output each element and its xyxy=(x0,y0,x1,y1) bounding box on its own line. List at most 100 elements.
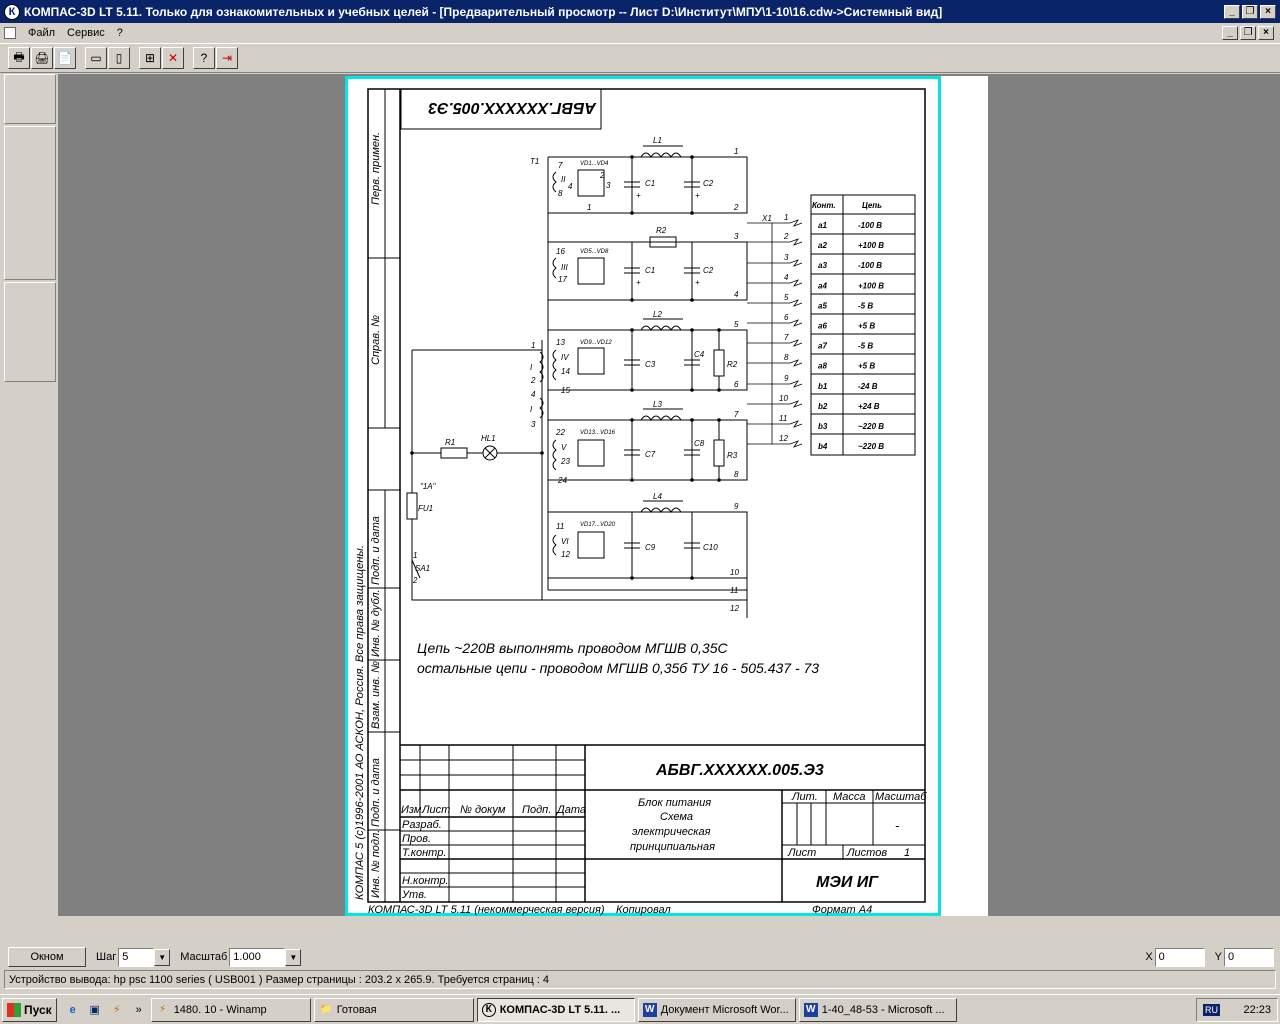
system-tray: RU 22:23 xyxy=(1196,998,1278,1022)
language-indicator[interactable]: RU xyxy=(1203,1004,1220,1016)
task-label: КОМПАС-3D LT 5.11. ... xyxy=(499,1003,621,1016)
task-kompas[interactable]: К КОМПАС-3D LT 5.11. ... xyxy=(476,997,635,1022)
x1-pin-7: 7 xyxy=(784,333,789,342)
fit-window-button[interactable]: Окном xyxy=(8,947,86,967)
pin-22: 22 xyxy=(555,428,565,437)
y-label: Y xyxy=(1214,951,1222,963)
table-cell-contact: а8 xyxy=(818,362,827,371)
doc-code: АБВГ.XXXXXX.005.Э3 xyxy=(655,762,824,779)
out-1: 1 xyxy=(734,147,738,156)
tb-scale-value: - xyxy=(895,818,900,833)
out-11: 11 xyxy=(730,586,738,595)
tb-hdr-izm: Изм xyxy=(401,804,422,816)
label-hl1: HL1 xyxy=(481,434,496,443)
label-c4: C4 xyxy=(694,350,705,359)
primary-pin-1: 1 xyxy=(531,341,535,350)
pin-24: 24 xyxy=(557,476,567,485)
task-winamp[interactable]: ⚡ 1480. 10 - Winamp xyxy=(150,997,311,1022)
pin-15: 15 xyxy=(561,386,570,395)
x1-pin-10: 10 xyxy=(779,394,788,403)
primary-pin-3: 3 xyxy=(531,420,536,429)
table-cell-circuit: -24 В xyxy=(858,382,878,391)
x1-pin-6: 6 xyxy=(784,313,789,322)
table-cell-circuit: +100 В xyxy=(858,281,884,290)
task-label: Документ Microsoft Wor... xyxy=(660,1003,789,1016)
table-cell-contact: b4 xyxy=(818,442,828,451)
label-sa1: SA1 xyxy=(415,564,430,573)
scale-dropdown-icon[interactable]: ▼ xyxy=(285,948,302,966)
label-winding-v: V xyxy=(561,443,567,452)
task-word-1[interactable]: W Документ Microsoft Wor... xyxy=(637,997,796,1022)
out-9: 9 xyxy=(734,502,739,511)
pin-7: 7 xyxy=(558,161,563,170)
desktop-icon[interactable]: ▣ xyxy=(87,1002,103,1018)
clock: 22:23 xyxy=(1243,1004,1271,1016)
side-vzam-inv: Взам. инв. № xyxy=(370,661,382,729)
step-input[interactable]: 5 xyxy=(118,947,155,967)
desc-line-3: электрическая xyxy=(632,826,711,838)
pin-8: 8 xyxy=(558,189,563,198)
table-cell-contact: b3 xyxy=(818,422,828,431)
step-dropdown-icon[interactable]: ▼ xyxy=(154,948,171,966)
label-fuse-rating: "1А" xyxy=(420,482,437,491)
out-4: 4 xyxy=(734,290,739,299)
pin-17: 17 xyxy=(558,275,567,284)
word-icon: W xyxy=(803,1002,818,1017)
label-winding-i-2: I xyxy=(530,405,533,414)
task-label: 1480. 10 - Winamp xyxy=(173,1003,267,1016)
x1-pin-3: 3 xyxy=(784,253,789,262)
tb-hdr-dokum: № докум xyxy=(460,804,506,816)
task-word-2[interactable]: W 1-40_48-53 - Microsoft ... xyxy=(798,997,957,1022)
mirrored-doc-code: АБВГ.XXXXXX.005.Э3 xyxy=(428,99,597,116)
tb-tkontr: Т.контр. xyxy=(402,847,446,859)
tb-razrab: Разраб. xyxy=(402,819,442,831)
plus-3: + xyxy=(636,278,641,287)
y-coord-field[interactable]: 0 xyxy=(1224,947,1274,967)
task-label: 1-40_48-53 - Microsoft ... xyxy=(821,1003,945,1016)
table-cell-contact: b2 xyxy=(818,402,828,411)
tb-org: МЭИ ИГ xyxy=(816,874,879,891)
more-icon[interactable]: » xyxy=(131,1002,147,1018)
tb-hdr-data: Дата xyxy=(555,804,586,816)
table-cell-circuit: -100 В xyxy=(858,261,882,270)
out-10: 10 xyxy=(730,568,739,577)
desc-line-4: принципиальная xyxy=(630,841,715,853)
table-cell-circuit: ~220 В xyxy=(858,422,884,431)
tb-prov: Пров. xyxy=(402,833,431,845)
task-folder[interactable]: 📁 Готовая xyxy=(313,997,474,1022)
label-fu1: FU1 xyxy=(418,504,433,513)
ie-icon[interactable]: e xyxy=(65,1002,81,1018)
table-cell-contact: а7 xyxy=(818,342,827,351)
pin-1-bridge: 1 xyxy=(587,203,591,212)
taskbar: Пуск e ▣ ⚡ » ⚡ 1480. 10 - Winamp 📁 Готов… xyxy=(0,994,1280,1024)
status-text: Устройство вывода: hp psc 1100 series ( … xyxy=(9,973,550,986)
windows-flag-icon xyxy=(7,1002,21,1017)
scale-label: Масштаб xyxy=(180,951,228,963)
side-podp-data-1: Подп. и дата xyxy=(370,516,382,585)
x1-pin-1: 1 xyxy=(784,213,788,222)
pin-11: 11 xyxy=(556,522,564,531)
start-button[interactable]: Пуск xyxy=(2,997,57,1022)
label-c10: C10 xyxy=(703,543,718,552)
label-sa1-pin1: 1 xyxy=(413,551,417,560)
tb-scale: Масштаб xyxy=(875,791,927,803)
desc-line-2: Схема xyxy=(660,811,693,823)
out-7: 7 xyxy=(734,410,739,419)
x1-pin-4: 4 xyxy=(784,273,789,282)
footer-mid: Копировал xyxy=(616,904,671,916)
label-c1b: C1 xyxy=(645,266,655,275)
side-inv-dubl: Инв. № дубл. xyxy=(370,589,382,657)
table-cell-circuit: +5 В xyxy=(858,362,875,371)
scale-input[interactable]: 1.000 xyxy=(229,947,286,967)
label-diodes-1: VD1...VD4 xyxy=(580,161,609,167)
footer-left: КОМПАС-3D LT 5.11 (некоммерческая версия… xyxy=(368,904,605,916)
plus-4: + xyxy=(695,278,700,287)
pin-13: 13 xyxy=(556,338,565,347)
plus-1: + xyxy=(636,191,641,200)
media-icon[interactable]: ⚡ xyxy=(109,1002,125,1018)
out-5: 5 xyxy=(734,320,739,329)
label-c2a: C2 xyxy=(703,179,714,188)
x-coord-field[interactable]: 0 xyxy=(1154,947,1205,967)
label-winding-vi: VI xyxy=(561,537,569,546)
copyright-text: КОМПАС 5 (с)1996-2001 АО АСКОН, Россия. … xyxy=(354,545,366,900)
